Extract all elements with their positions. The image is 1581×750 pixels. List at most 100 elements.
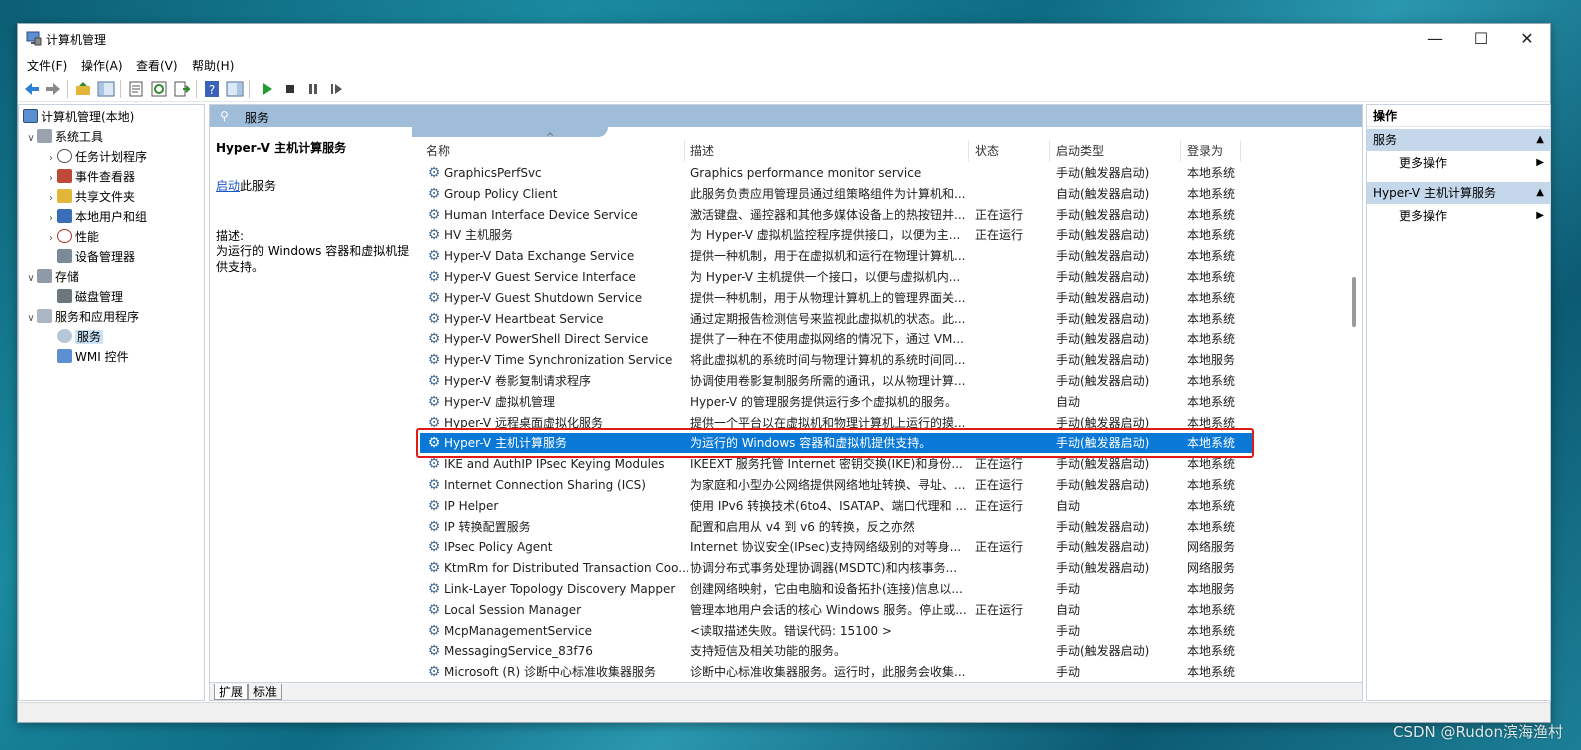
collapsed-chevron-icon[interactable]: ›	[45, 169, 57, 188]
forward-arrow-icon[interactable]	[44, 80, 62, 98]
tab-standard[interactable]: 标准	[248, 684, 283, 700]
service-row[interactable]: ⚙ IP 转换配置服务 配置和启用从 v4 到 v6 的转换，反之亦然 手动(触发器启…	[420, 517, 1254, 537]
tree-item-storage[interactable]: ∨ 存储	[25, 268, 79, 287]
restart-service-icon[interactable]	[327, 80, 345, 98]
more-actions-services[interactable]: 更多操作 ▶	[1367, 152, 1550, 174]
menu-view[interactable]: 查看(V)	[136, 57, 178, 74]
maximize-button[interactable]: ☐	[1458, 24, 1504, 53]
back-arrow-icon[interactable]	[23, 80, 41, 98]
service-row[interactable]: ⚙ Hyper-V 卷影复制请求程序 协调使用卷影复制服务所需的通讯，以从物理计算.…	[420, 371, 1254, 391]
tree-item-disk-management[interactable]: 磁盘管理	[45, 288, 123, 307]
tree-item-local-users-groups[interactable]: › 本地用户和组	[45, 208, 147, 227]
help-icon[interactable]: ?	[203, 80, 221, 98]
expanded-chevron-icon[interactable]: ∨	[25, 309, 37, 328]
collapsed-chevron-icon[interactable]: ›	[45, 229, 57, 248]
service-row[interactable]: ⚙ Human Interface Device Service 激活键盘、遥控器和…	[420, 205, 1254, 225]
tree-item-performance[interactable]: › 性能	[45, 228, 99, 247]
service-desc-cell: 创建网络映射，它由电脑和设备拓扑(连接)信息以...	[690, 582, 963, 596]
service-row[interactable]: ⚙ Hyper-V Data Exchange Service 提供一种机制，用于在…	[420, 246, 1254, 266]
service-row[interactable]: ⚙ Hyper-V PowerShell Direct Service 提供了一种在…	[420, 329, 1254, 349]
show-hide-action-pane-icon[interactable]	[226, 80, 244, 98]
service-row[interactable]: ⚙ Hyper-V 虚拟机管理 Hyper-V 的管理服务提供运行多个虚拟机的服务。…	[420, 392, 1254, 412]
service-desc-cell: 管理本地用户会话的核心 Windows 服务。停止或...	[690, 602, 967, 617]
service-row[interactable]: ⚙ IP Helper 使用 IPv6 转换技术(6to4、ISATAP、端口代理和…	[420, 496, 1254, 516]
tab-extended[interactable]: 扩展	[214, 684, 249, 700]
actions-section-hyperv-host-compute[interactable]: Hyper-V 主机计算服务 ▲	[1367, 182, 1550, 204]
service-row[interactable]: ⚙ Internet Connection Sharing (ICS) 为家庭和小型…	[420, 475, 1254, 495]
service-name-cell: ⚙ IP Helper	[426, 496, 688, 516]
vertical-scrollbar[interactable]	[1352, 277, 1356, 327]
service-logon-cell: 本地系统	[1187, 478, 1236, 492]
service-row[interactable]: ⚙ Microsoft (R) 诊断中心标准收集器服务 诊断中心标准收集器服务。运行…	[420, 662, 1254, 682]
collapsed-chevron-icon[interactable]: ›	[45, 209, 57, 228]
service-name-cell: ⚙ Hyper-V Guest Shutdown Service	[426, 288, 688, 308]
service-status-cell: 正在运行	[975, 540, 1024, 555]
collapse-up-icon[interactable]: ▲	[1536, 129, 1544, 151]
service-name-cell: ⚙ IP 转换配置服务	[426, 517, 688, 537]
users-icon	[57, 209, 72, 223]
service-startup-cell: 手动(触发器启动)	[1056, 207, 1150, 222]
more-actions-hyperv-host-compute[interactable]: 更多操作 ▶	[1367, 205, 1550, 227]
tree-item-system-tools[interactable]: ∨ 系统工具	[25, 128, 103, 147]
tree-item-event-viewer[interactable]: › 事件查看器	[45, 168, 135, 187]
gear-icon: ⚙	[427, 165, 441, 181]
service-startup-cell: 手动(触发器启动)	[1056, 290, 1150, 305]
actions-section-services[interactable]: 服务 ▲	[1367, 129, 1550, 151]
column-header-description[interactable]: 描述	[690, 140, 714, 162]
service-row[interactable]: ⚙ Hyper-V Guest Shutdown Service 提供一种机制，用于…	[420, 288, 1254, 308]
view-tabs: 扩展 标准	[210, 682, 1362, 700]
menu-bar: 文件(F) 操作(A) 查看(V) 帮助(H)	[18, 54, 1550, 74]
tree-item-device-manager[interactable]: 设备管理器	[45, 248, 135, 267]
tree-item-services-applications[interactable]: ∨ 服务和应用程序	[25, 308, 139, 327]
collapsed-chevron-icon[interactable]: ›	[45, 149, 57, 168]
submenu-arrow-icon: ▶	[1536, 157, 1544, 168]
minimize-button[interactable]: —	[1412, 24, 1458, 53]
collapsed-chevron-icon[interactable]: ›	[45, 189, 57, 208]
service-row[interactable]: ⚙ Group Policy Client 此服务负责应用管理员通过组策略组件为计算…	[420, 184, 1254, 204]
tree-item-wmi-control[interactable]: WMI 控件	[45, 348, 129, 367]
menu-file[interactable]: 文件(F)	[27, 57, 67, 74]
service-row[interactable]: ⚙ HV 主机服务为 Hyper-V 虚拟机监控程序提供接口，以便为主... 正在运…	[420, 225, 1254, 245]
show-hide-tree-icon[interactable]	[97, 80, 115, 98]
tree-item-shared-folders[interactable]: › 共享文件夹	[45, 188, 135, 207]
export-list-icon[interactable]	[173, 80, 191, 98]
service-row[interactable]: ⚙ MessagingService_83f76 支持短信及相关功能的服务。 手动(触…	[420, 641, 1254, 661]
start-service-icon[interactable]	[258, 80, 276, 98]
tree-item-task-scheduler[interactable]: › 任务计划程序	[45, 148, 147, 167]
start-service-link[interactable]: 启动	[216, 179, 240, 193]
tree-item-computer-management-local[interactable]: 计算机管理(本地)	[23, 108, 134, 127]
service-row[interactable]: ⚙ McpManagementService <读取描述失败。错误代码: 15100…	[420, 621, 1254, 641]
computer-icon	[23, 109, 38, 123]
tree-item-services[interactable]: 服务	[45, 328, 104, 347]
up-folder-icon[interactable]	[74, 80, 92, 98]
column-header-log-on-as[interactable]: 登录为	[1187, 140, 1223, 162]
actions-pane: 操作 服务 ▲ 更多操作 ▶ Hyper-V 主机计算服务 ▲ 更多操作 ▶	[1366, 104, 1551, 701]
service-name-cell: ⚙ Hyper-V 虚拟机管理	[426, 392, 688, 412]
service-row[interactable]: ⚙ KtmRm for Distributed Transaction Coo..…	[420, 558, 1254, 578]
menu-action[interactable]: 操作(A)	[81, 57, 123, 74]
column-header-name[interactable]: 名称	[426, 140, 450, 162]
service-row[interactable]: ⚙ IPsec Policy Agent Internet 协议安全(IPsec)支…	[420, 537, 1254, 557]
collapse-up-icon[interactable]: ▲	[1536, 182, 1544, 204]
column-header-startup-type[interactable]: 启动类型	[1056, 140, 1104, 162]
stop-service-icon[interactable]	[281, 80, 299, 98]
service-name-cell: ⚙ Group Policy Client	[426, 184, 688, 204]
close-button[interactable]: ✕	[1504, 24, 1550, 53]
service-row[interactable]: ⚙ Hyper-V Time Synchronization Service 将此虚…	[420, 350, 1254, 370]
pause-service-icon[interactable]	[304, 80, 322, 98]
menu-help[interactable]: 帮助(H)	[192, 57, 234, 74]
service-startup-cell: 手动(触发器启动)	[1056, 249, 1150, 264]
properties-icon[interactable]	[127, 80, 145, 98]
column-header-status[interactable]: 状态	[975, 140, 999, 162]
service-row[interactable]: ⚙ GraphicsPerfSvc Graphics performance mon…	[420, 163, 1254, 183]
service-name: McpManagementService	[444, 623, 592, 638]
service-row[interactable]: ⚙ Link-Layer Topology Discovery Mapper 创建网…	[420, 579, 1254, 599]
expanded-chevron-icon[interactable]: ∨	[25, 129, 37, 148]
service-logon-cell: 本地系统	[1187, 166, 1236, 180]
expanded-chevron-icon[interactable]: ∨	[25, 269, 37, 288]
service-row[interactable]: ⚙ Local Session Manager 管理本地用户会话的核心 Window…	[420, 600, 1254, 620]
service-row[interactable]: ⚙ Hyper-V Guest Service Interface 为 Hyper-…	[420, 267, 1254, 287]
service-row[interactable]: ⚙ Hyper-V Heartbeat Service 通过定期报告检测信号来监视此…	[420, 309, 1254, 329]
gear-icon: ⚙	[427, 248, 441, 265]
refresh-icon[interactable]	[150, 80, 168, 98]
